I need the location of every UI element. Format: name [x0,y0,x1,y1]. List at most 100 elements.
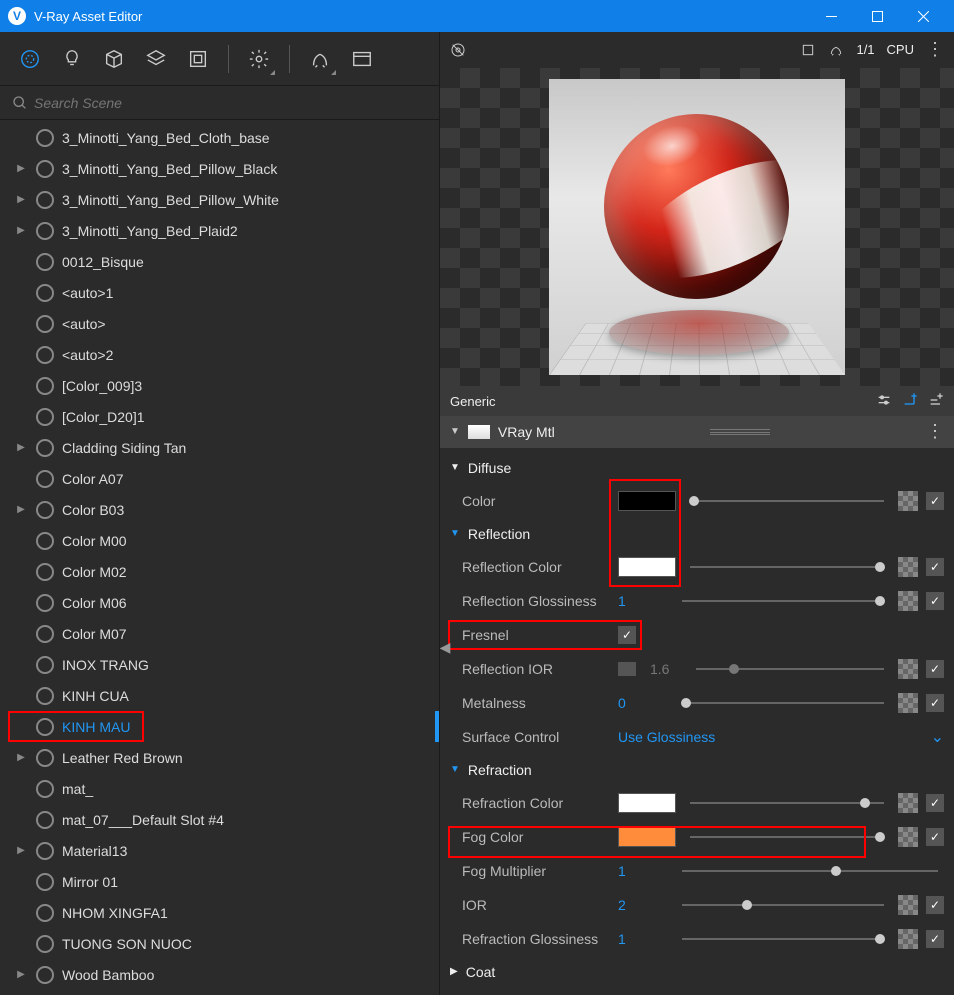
material-item[interactable]: ▶TUONG SON NUOC [0,928,439,959]
refr-ior-texture-button[interactable] [898,895,918,915]
refr-color-swatch[interactable] [618,793,676,813]
frame-buffer-icon[interactable] [344,41,380,77]
close-button[interactable] [900,0,946,32]
textures-tab-icon[interactable] [180,41,216,77]
add-layer-icon[interactable] [902,392,918,411]
coat-header[interactable]: ▶Coat [450,956,944,988]
reflection-header[interactable]: ▼Reflection [450,518,944,550]
add-material-icon[interactable] [928,392,944,411]
diffuse-check[interactable]: ✓ [926,492,944,510]
refl-color-texture-button[interactable] [898,557,918,577]
refl-gloss-slider[interactable] [682,600,884,602]
metal-value[interactable]: 0 [618,695,668,711]
expand-icon[interactable]: ▶ [14,969,28,980]
refr-color-slider[interactable] [690,802,884,804]
material-item[interactable]: ▶3_Minotti_Yang_Bed_Plaid2 [0,215,439,246]
refr-ior-check[interactable]: ✓ [926,896,944,914]
refl-ior-check[interactable]: ✓ [926,660,944,678]
fog-swatch[interactable] [618,827,676,847]
refl-color-swatch[interactable] [618,557,676,577]
preview-ratio[interactable]: 1/1 [856,42,874,57]
material-item[interactable]: ▶<auto>1 [0,277,439,308]
material-item[interactable]: ▶0012_Bisque [0,246,439,277]
material-item[interactable]: ▶INOX TRANG [0,649,439,680]
fog-check[interactable]: ✓ [926,828,944,846]
metal-slider[interactable] [682,702,884,704]
geometry-tab-icon[interactable] [96,41,132,77]
expand-icon[interactable]: ▶ [14,504,28,515]
diffuse-header[interactable]: ▼Diffuse [450,452,944,484]
refl-gloss-check[interactable]: ✓ [926,592,944,610]
settings-icon[interactable] [241,41,277,77]
material-item[interactable]: ▶Cladding Siding Tan [0,432,439,463]
refr-color-check[interactable]: ✓ [926,794,944,812]
refr-ior-value[interactable]: 2 [618,897,668,913]
refl-color-slider[interactable] [690,566,884,568]
material-item[interactable]: ▶[Color_009]3 [0,370,439,401]
material-item[interactable]: ▶Color M00 [0,525,439,556]
refl-ior-value[interactable]: 1.6 [650,661,682,677]
chevron-down-icon[interactable]: ⌄ [931,727,944,747]
material-item[interactable]: ▶Color B03 [0,494,439,525]
expand-icon[interactable]: ▶ [14,225,28,236]
refr-gloss-slider[interactable] [682,938,884,940]
material-item[interactable]: ▶KINH MAU [0,711,439,742]
layer-expand-icon[interactable]: ▼ [450,426,460,437]
materials-tab-icon[interactable] [12,41,48,77]
refl-color-check[interactable]: ✓ [926,558,944,576]
refl-ior-slider[interactable] [696,668,884,670]
fogmult-slider[interactable] [682,870,938,872]
preview-mode[interactable]: CPU [887,42,914,57]
material-item[interactable]: ▶NHOM XINGFA1 [0,897,439,928]
maximize-button[interactable] [854,0,900,32]
material-item[interactable]: ▶<auto>2 [0,339,439,370]
fresnel-check[interactable]: ✓ [618,626,636,644]
material-item[interactable]: ▶Mirror 01 [0,866,439,897]
teapot-icon[interactable] [828,42,844,58]
grip-icon[interactable] [710,429,770,435]
expand-icon[interactable]: ▶ [14,163,28,174]
material-item[interactable]: ▶mat_ [0,773,439,804]
material-item[interactable]: ▶3_Minotti_Yang_Bed_Pillow_Black [0,153,439,184]
more-icon[interactable]: ⋮ [926,39,944,60]
lights-tab-icon[interactable] [54,41,90,77]
expand-icon[interactable]: ▶ [14,442,28,453]
render-icon[interactable] [302,41,338,77]
material-tree[interactable]: ▶3_Minotti_Yang_Bed_Cloth_base▶3_Minotti… [0,120,439,995]
material-item[interactable]: ▶[Color_D20]1 [0,401,439,432]
material-item[interactable]: ▶Wood Veneer 01 [0,990,439,995]
refr-gloss-value[interactable]: 1 [618,931,668,947]
eye-icon[interactable] [450,42,466,58]
search-input[interactable] [34,95,427,111]
expand-icon[interactable]: ▶ [14,845,28,856]
surf-value[interactable]: Use Glossiness [618,729,923,745]
diffuse-color-swatch[interactable] [618,491,676,511]
refl-gloss-value[interactable]: 1 [618,593,668,609]
refr-ior-slider[interactable] [682,904,884,906]
layer-row[interactable]: ▼ VRay Mtl ⋮ [440,416,954,448]
refr-color-texture-button[interactable] [898,793,918,813]
material-item[interactable]: ▶3_Minotti_Yang_Bed_Pillow_White [0,184,439,215]
material-item[interactable]: ▶KINH CUA [0,680,439,711]
sliders-icon[interactable] [876,392,892,411]
material-item[interactable]: ▶3_Minotti_Yang_Bed_Cloth_base [0,122,439,153]
refr-gloss-texture-button[interactable] [898,929,918,949]
material-item[interactable]: ▶Color M07 [0,618,439,649]
material-item[interactable]: ▶<auto> [0,308,439,339]
diffuse-texture-button[interactable] [898,491,918,511]
material-item[interactable]: ▶mat_07___Default Slot #4 [0,804,439,835]
metal-texture-button[interactable] [898,693,918,713]
layer-menu-icon[interactable]: ⋮ [926,421,944,442]
metal-check[interactable]: ✓ [926,694,944,712]
expand-icon[interactable]: ▶ [14,194,28,205]
material-item[interactable]: ▶Leather Red Brown [0,742,439,773]
expand-icon[interactable]: ▶ [14,752,28,763]
layers-tab-icon[interactable] [138,41,174,77]
fog-texture-button[interactable] [898,827,918,847]
material-item[interactable]: ▶Color M02 [0,556,439,587]
material-item[interactable]: ▶Color M06 [0,587,439,618]
material-item[interactable]: ▶Color A07 [0,463,439,494]
ior-lock-icon[interactable] [618,662,636,676]
refl-ior-texture-button[interactable] [898,659,918,679]
fogmult-value[interactable]: 1 [618,863,668,879]
